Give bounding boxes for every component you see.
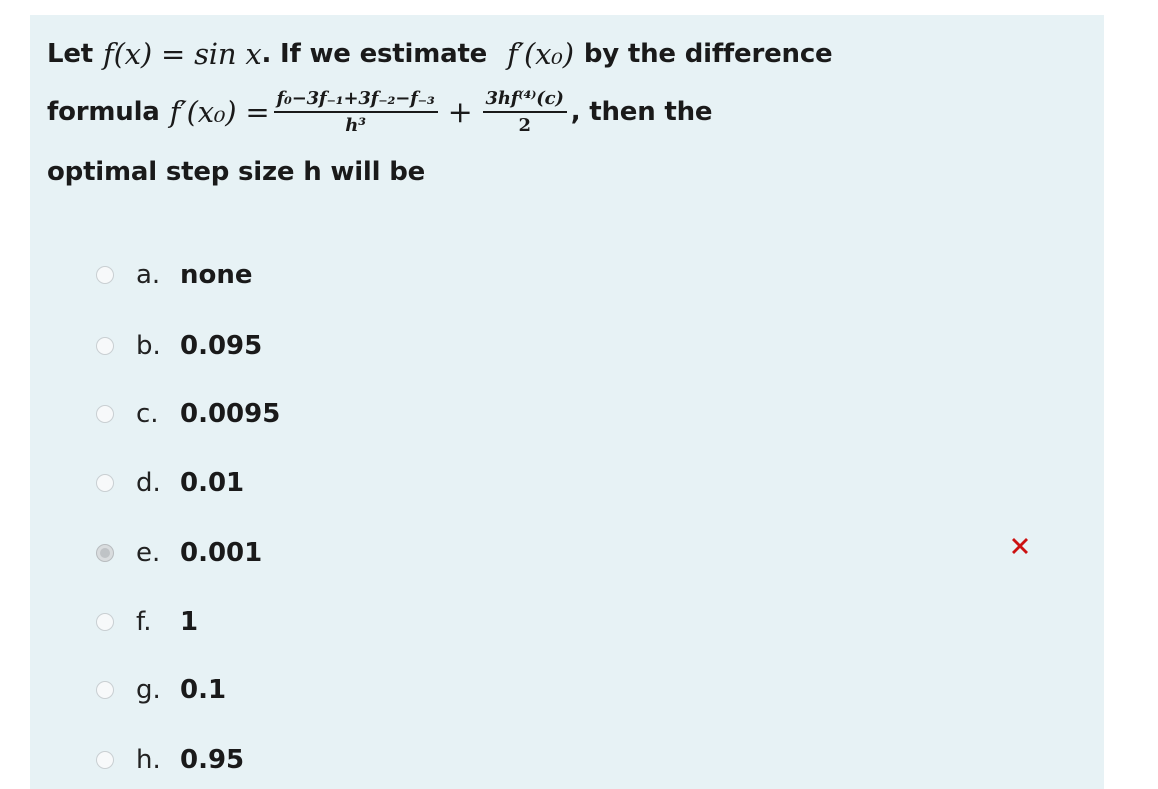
question-line-2: formula f′(x₀) = f₀−3f₋₁+3f₋₂−f₋₃ h³ + 3…: [47, 88, 713, 136]
radio-button-selected[interactable]: [96, 544, 114, 562]
option-letter: f.: [136, 607, 152, 637]
option-text: 0.095: [180, 331, 263, 361]
cross-icon: [1012, 538, 1028, 554]
option-text: 0.1: [180, 675, 227, 705]
question-line-1: Let f(x) = sin x . If we estimate f′(x₀)…: [47, 32, 833, 76]
radio-button[interactable]: [96, 681, 114, 699]
option-text: 0.01: [180, 468, 245, 498]
option-c[interactable]: c. 0.0095: [96, 396, 280, 432]
radio-button[interactable]: [96, 266, 114, 284]
option-g[interactable]: g. 0.1: [96, 672, 226, 708]
radio-button[interactable]: [96, 337, 114, 355]
difference-numerator: f₀−3f₋₁+3f₋₂−f₋₃: [273, 88, 438, 113]
option-d[interactable]: d. 0.01: [96, 465, 244, 501]
option-text: 1: [180, 607, 199, 637]
difference-fraction: f₀−3f₋₁+3f₋₂−f₋₃ h³: [273, 88, 438, 136]
option-letter: b.: [136, 331, 161, 361]
radio-button[interactable]: [96, 613, 114, 631]
option-letter: h.: [136, 745, 161, 775]
option-letter: d.: [136, 468, 161, 498]
radio-button[interactable]: [96, 405, 114, 423]
option-text: 0.95: [180, 745, 245, 775]
question-prefix: Let: [47, 39, 94, 69]
option-b[interactable]: b. 0.095: [96, 328, 262, 364]
option-text: 0.001: [180, 538, 263, 568]
question-suffix: by the difference: [583, 39, 833, 69]
question-line-2-suffix: , then the: [570, 97, 713, 127]
error-term-fraction: 3hf⁽⁴⁾(c) 2: [482, 88, 567, 136]
derivative-equals: f′(x₀) =: [169, 95, 270, 129]
radio-button[interactable]: [96, 751, 114, 769]
radio-button[interactable]: [96, 474, 114, 492]
option-letter: e.: [136, 538, 161, 568]
option-letter: a.: [136, 260, 161, 290]
question-mid: . If we estimate: [261, 39, 488, 69]
derivative-expression: f′(x₀): [507, 37, 574, 71]
error-term-numerator: 3hf⁽⁴⁾(c): [482, 88, 567, 113]
option-text: 0.0095: [180, 399, 281, 429]
option-letter: g.: [136, 675, 161, 705]
option-e[interactable]: e. 0.001: [96, 535, 262, 571]
option-h[interactable]: h. 0.95: [96, 742, 244, 778]
option-text: none: [180, 260, 253, 290]
function-definition: f(x) = sin x: [103, 37, 262, 71]
question-line-3: optimal step size h will be: [47, 157, 426, 187]
option-letter: c.: [136, 399, 159, 429]
error-term-denominator: 2: [518, 115, 531, 136]
option-a[interactable]: a. none: [96, 257, 253, 293]
option-f[interactable]: f. 1: [96, 604, 198, 640]
formula-label: formula: [47, 97, 160, 127]
difference-denominator: h³: [345, 115, 366, 136]
plus-sign: +: [447, 94, 473, 130]
